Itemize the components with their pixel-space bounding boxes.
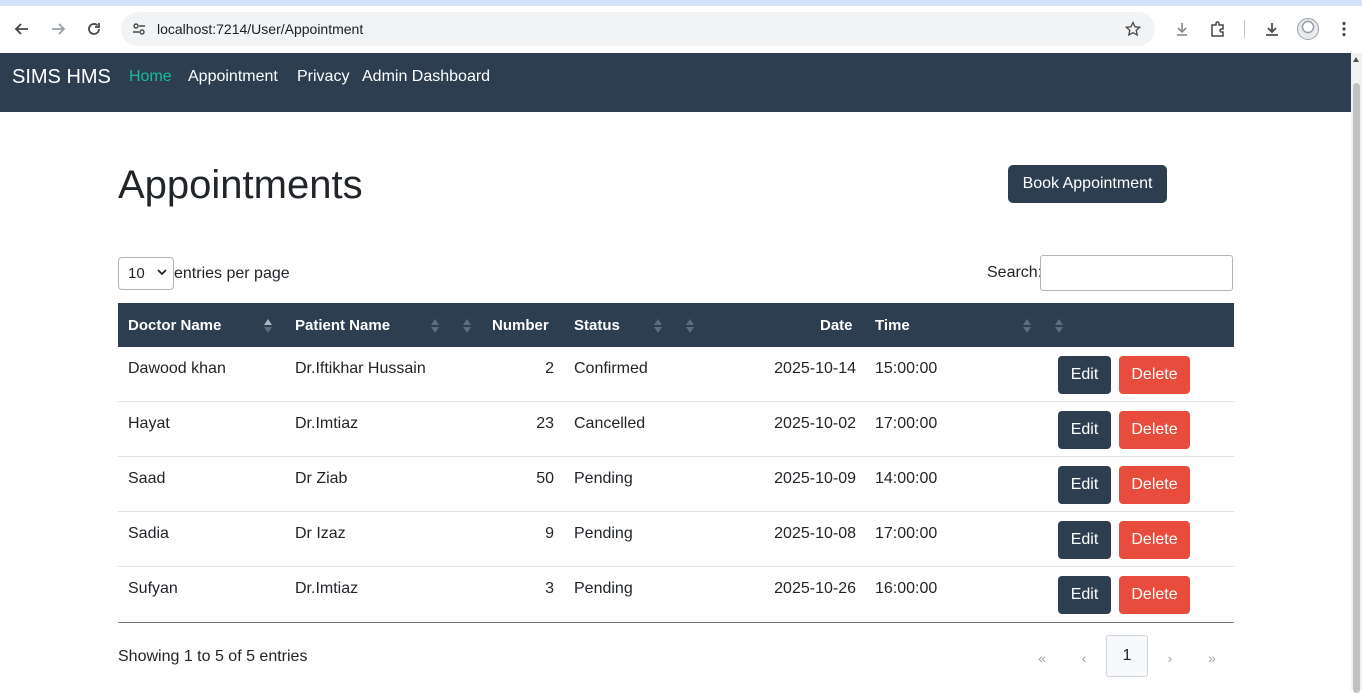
page-scrollbar[interactable] <box>1351 53 1362 693</box>
status-cell: Pending <box>574 525 633 542</box>
edit-button[interactable]: Edit <box>1058 521 1111 559</box>
patient-name-cell: Dr.Imtiaz <box>295 415 359 432</box>
sort-ascending-icon[interactable] <box>264 319 272 333</box>
time-cell: 15:00:00 <box>875 360 938 377</box>
header-date[interactable]: Date <box>820 317 853 334</box>
status-cell: Cancelled <box>574 415 646 432</box>
patient-name-cell: Dr Ziab <box>295 470 348 487</box>
doctor-name-cell: Dawood khan <box>128 360 226 377</box>
browser-toolbar: localhost:7214/User/Appointment <box>0 0 1362 53</box>
search-label: Search: <box>987 264 1043 281</box>
doctor-name-cell: Hayat <box>128 415 170 432</box>
patient-name-cell: Dr Izaz <box>295 525 346 542</box>
tab-strip <box>0 0 1362 6</box>
delete-button[interactable]: Delete <box>1119 521 1190 559</box>
status-cell: Confirmed <box>574 360 648 377</box>
status-cell: Pending <box>574 470 633 487</box>
table-row: Saad Dr Ziab 50 Pending 2025-10-09 14:00… <box>118 457 1234 512</box>
table-header: Doctor Name Patient Name Number Status D… <box>118 303 1234 347</box>
table-row: Sufyan Dr.Imtiaz 3 Pending 2025-10-26 16… <box>118 567 1234 622</box>
header-doctor-name[interactable]: Doctor Name <box>128 317 221 334</box>
delete-button[interactable]: Delete <box>1119 466 1190 504</box>
date-cell: 2025-10-02 <box>774 415 856 432</box>
forward-icon[interactable] <box>45 16 71 42</box>
time-cell: 16:00:00 <box>875 580 938 597</box>
pager-previous[interactable]: ‹ <box>1074 650 1094 666</box>
sort-icon[interactable] <box>686 319 694 333</box>
doctor-name-cell: Sadia <box>128 525 169 542</box>
table-bottom-border <box>118 622 1234 623</box>
scroll-up-icon[interactable] <box>1353 57 1359 62</box>
pager-next[interactable]: › <box>1160 650 1180 666</box>
entries-select-value: 10 <box>128 265 145 282</box>
number-cell: 2 <box>545 360 554 377</box>
doctor-name-cell: Sufyan <box>128 580 178 597</box>
nav-link-admin-dashboard[interactable]: Admin Dashboard <box>362 68 490 86</box>
menu-kebab-icon[interactable] <box>1332 17 1356 41</box>
time-cell: 17:00:00 <box>875 525 938 542</box>
number-cell: 23 <box>536 415 554 432</box>
address-bar[interactable]: localhost:7214/User/Appointment <box>121 12 1155 46</box>
sort-icon[interactable] <box>431 319 439 333</box>
nav-link-privacy[interactable]: Privacy <box>297 68 349 86</box>
sort-icon[interactable] <box>463 319 471 333</box>
active-tab[interactable] <box>12 0 1362 6</box>
header-status[interactable]: Status <box>574 317 620 334</box>
number-cell: 3 <box>545 580 554 597</box>
status-cell: Pending <box>574 580 633 597</box>
table-row: Hayat Dr.Imtiaz 23 Cancelled 2025-10-02 … <box>118 402 1234 457</box>
pager-last[interactable]: » <box>1202 650 1222 666</box>
number-cell: 50 <box>536 470 554 487</box>
site-info-icon[interactable] <box>127 17 151 41</box>
edit-button[interactable]: Edit <box>1058 411 1111 449</box>
edit-button[interactable]: Edit <box>1058 576 1111 614</box>
reload-icon[interactable] <box>81 16 107 42</box>
sort-icon[interactable] <box>1023 319 1031 333</box>
edit-button[interactable]: Edit <box>1058 356 1111 394</box>
url-text[interactable]: localhost:7214/User/Appointment <box>157 21 363 37</box>
patient-name-cell: Dr.Imtiaz <box>295 580 359 597</box>
date-cell: 2025-10-26 <box>774 580 856 597</box>
pager-page-1[interactable]: 1 <box>1106 635 1148 677</box>
brand-link[interactable]: SIMS HMS <box>12 66 111 89</box>
pager-first[interactable]: « <box>1032 650 1052 666</box>
number-cell: 9 <box>545 525 554 542</box>
back-icon[interactable] <box>9 16 35 42</box>
download-status-icon[interactable] <box>1170 17 1194 41</box>
entries-per-page-label: entries per page <box>174 265 290 282</box>
table-row: Sadia Dr Izaz 9 Pending 2025-10-08 17:00… <box>118 512 1234 567</box>
delete-button[interactable]: Delete <box>1119 576 1190 614</box>
header-number[interactable]: Number <box>492 317 549 334</box>
bookmark-star-icon[interactable] <box>1123 19 1143 39</box>
app-navbar: SIMS HMS Home Appointment Privacy Admin … <box>0 53 1351 112</box>
doctor-name-cell: Saad <box>128 470 166 487</box>
nav-link-appointment[interactable]: Appointment <box>188 68 278 86</box>
entries-per-page-select[interactable]: 10 <box>118 257 174 290</box>
extensions-icon[interactable] <box>1206 17 1230 41</box>
patient-name-cell: Dr.Iftikhar Hussain <box>295 360 426 377</box>
showing-entries-info: Showing 1 to 5 of 5 entries <box>118 648 308 665</box>
date-cell: 2025-10-14 <box>774 360 856 377</box>
scroll-thumb[interactable] <box>1353 83 1360 693</box>
page-title: Appointments <box>118 163 363 207</box>
nav-link-home[interactable]: Home <box>129 68 172 86</box>
delete-button[interactable]: Delete <box>1119 356 1190 394</box>
profile-avatar[interactable] <box>1297 18 1319 40</box>
toolbar-separator <box>1244 20 1245 38</box>
date-cell: 2025-10-08 <box>774 525 856 542</box>
book-appointment-button[interactable]: Book Appointment <box>1008 165 1167 203</box>
time-cell: 14:00:00 <box>875 470 938 487</box>
sort-icon[interactable] <box>654 319 662 333</box>
header-patient-name[interactable]: Patient Name <box>295 317 390 334</box>
delete-button[interactable]: Delete <box>1119 411 1190 449</box>
table-row: Dawood khan Dr.Iftikhar Hussain 2 Confir… <box>118 347 1234 402</box>
chevron-down-icon <box>157 269 167 276</box>
search-input[interactable] <box>1040 255 1233 291</box>
header-time[interactable]: Time <box>875 317 910 334</box>
edit-button[interactable]: Edit <box>1058 466 1111 504</box>
downloads-icon[interactable] <box>1260 17 1284 41</box>
sort-icon[interactable] <box>1055 319 1063 333</box>
date-cell: 2025-10-09 <box>774 470 856 487</box>
time-cell: 17:00:00 <box>875 415 938 432</box>
